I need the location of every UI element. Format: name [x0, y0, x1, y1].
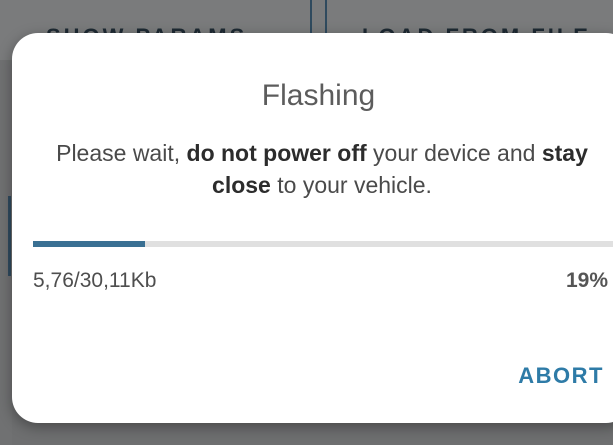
- abort-button[interactable]: ABORT: [518, 363, 604, 389]
- progress-percent: 19%: [565, 269, 608, 292]
- message-emphasis-power-off: do not power off: [186, 140, 367, 166]
- message-text: Please wait,: [56, 140, 187, 166]
- progress-bar: [33, 241, 613, 247]
- dialog-title: Flashing: [261, 79, 376, 112]
- progress-caption: 5,76/30,11Kb: [33, 269, 157, 292]
- flashing-dialog: Flashing Please wait, do not power off y…: [12, 33, 613, 423]
- progress-bar-fill: [33, 241, 146, 247]
- message-text: your device and: [366, 140, 542, 166]
- background-divider: [8, 196, 11, 276]
- message-text: to your vehicle.: [270, 172, 432, 198]
- dialog-message: Please wait, do not power off your devic…: [52, 137, 592, 201]
